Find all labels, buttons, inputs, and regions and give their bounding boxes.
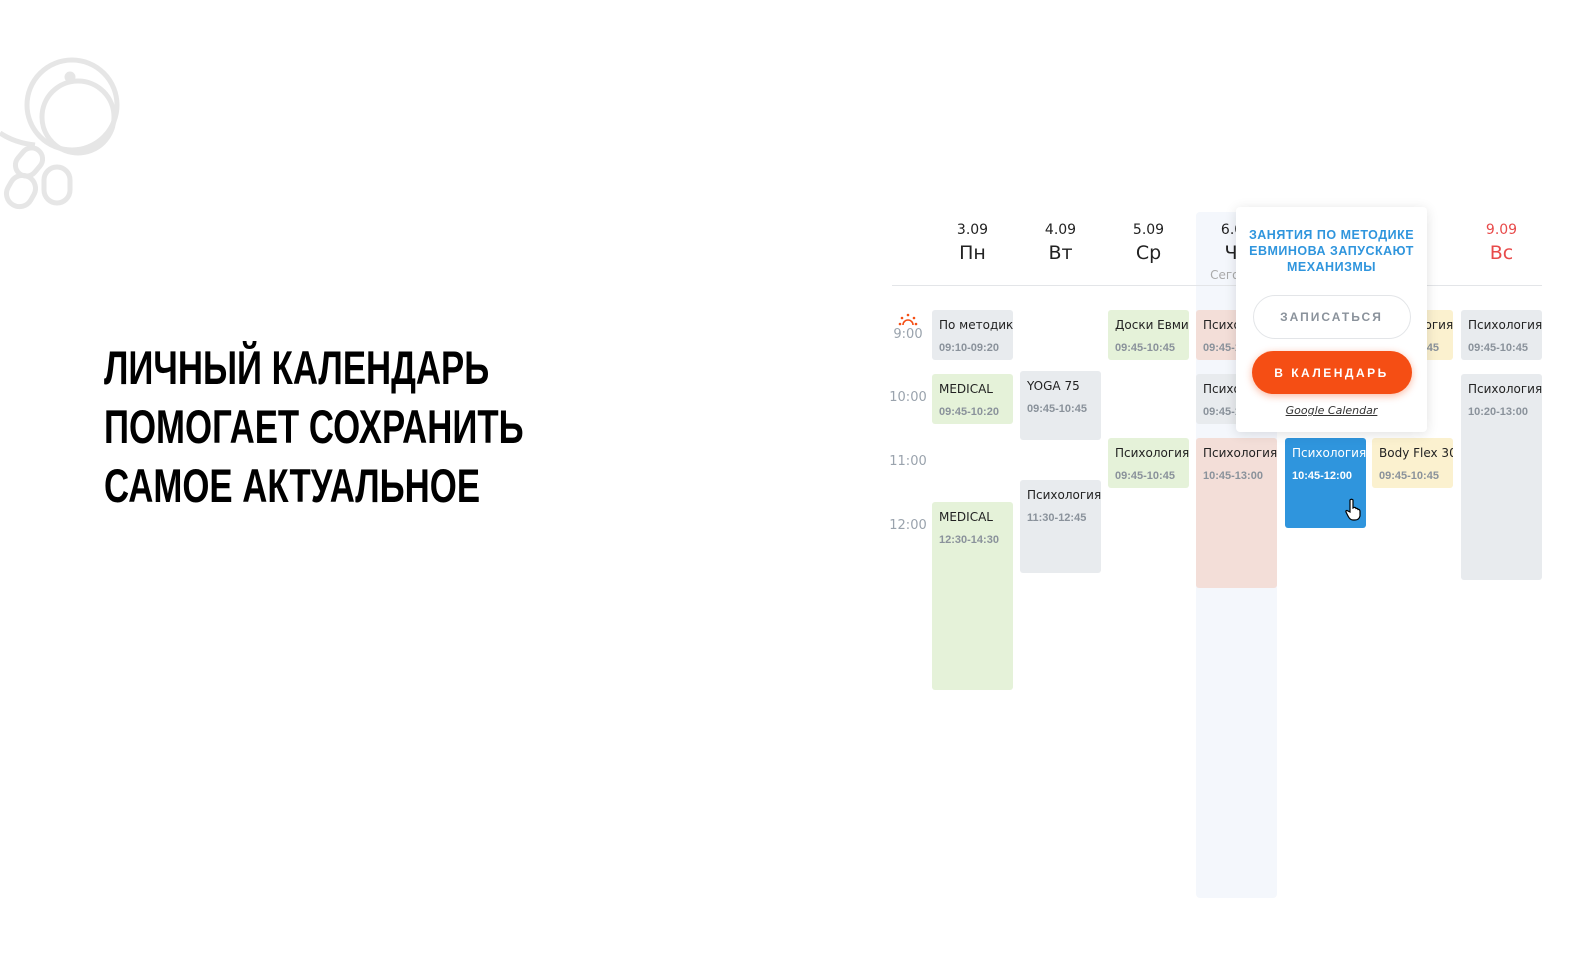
day-header: 4.09 Вт	[1044, 222, 1077, 264]
event-card[interactable]: Психология 11:30-12:45	[1020, 480, 1101, 573]
hour-label: 9:00	[893, 327, 923, 342]
divider	[892, 285, 1542, 286]
hour-label: 12:00	[889, 518, 927, 533]
event-popup: ЗАНЯТИЯ ПО МЕТОДИКЕ ЕВМИНОВА ЗАПУСКАЮТ М…	[1236, 207, 1427, 432]
day-header: 9.09 Вс	[1485, 222, 1518, 264]
hour-label: 10:00	[889, 390, 927, 405]
headline: ЛИЧНЫЙ КАЛЕНДАРЬ ПОМОГАЕТ СОХРАНИТЬ САМО…	[104, 338, 524, 515]
day-header: 5.09 Ср	[1132, 222, 1165, 264]
google-calendar-link[interactable]: Google Calendar	[1286, 404, 1378, 417]
event-card[interactable]: Психология09:45-10:45	[1108, 438, 1189, 488]
sunrise-icon	[898, 313, 918, 326]
event-card[interactable]: Психология09:45-10:45	[1461, 310, 1542, 360]
hand-cursor-icon	[1345, 498, 1361, 521]
event-card[interactable]: Психология 10:45-13:00	[1196, 438, 1277, 588]
astronaut-mascot-icon	[0, 57, 120, 210]
event-card[interactable]: MEDICAL 12:30-14:30	[932, 502, 1013, 690]
day-header: 3.09 Пн	[956, 222, 989, 264]
event-card[interactable]: Психология 10:20-13:00	[1461, 374, 1542, 580]
event-card[interactable]: По методике 09:10-09:20	[932, 310, 1013, 360]
event-card[interactable]: YOGA 75 09:45-10:45	[1020, 371, 1101, 440]
headline-line: ЛИЧНЫЙ КАЛЕНДАРЬ	[104, 341, 490, 394]
event-card[interactable]: MEDICAL 09:45-10:20	[932, 374, 1013, 424]
signup-button[interactable]: ЗАПИСАТЬСЯ	[1252, 295, 1411, 339]
add-to-calendar-button[interactable]: В КАЛЕНДАРЬ	[1251, 351, 1412, 394]
headline-line: ПОМОГАЕТ СОХРАНИТЬ	[104, 400, 524, 453]
hour-label: 11:00	[889, 454, 927, 469]
event-card[interactable]: Body Flex 30 09:45-10:45	[1372, 438, 1453, 488]
popup-title: ЗАНЯТИЯ ПО МЕТОДИКЕ ЕВМИНОВА ЗАПУСКАЮТ М…	[1248, 228, 1415, 274]
event-card[interactable]: Доски Евминова09:45-10:45	[1108, 310, 1189, 360]
headline-line: САМОЕ АКТУАЛЬНОЕ	[104, 459, 481, 512]
